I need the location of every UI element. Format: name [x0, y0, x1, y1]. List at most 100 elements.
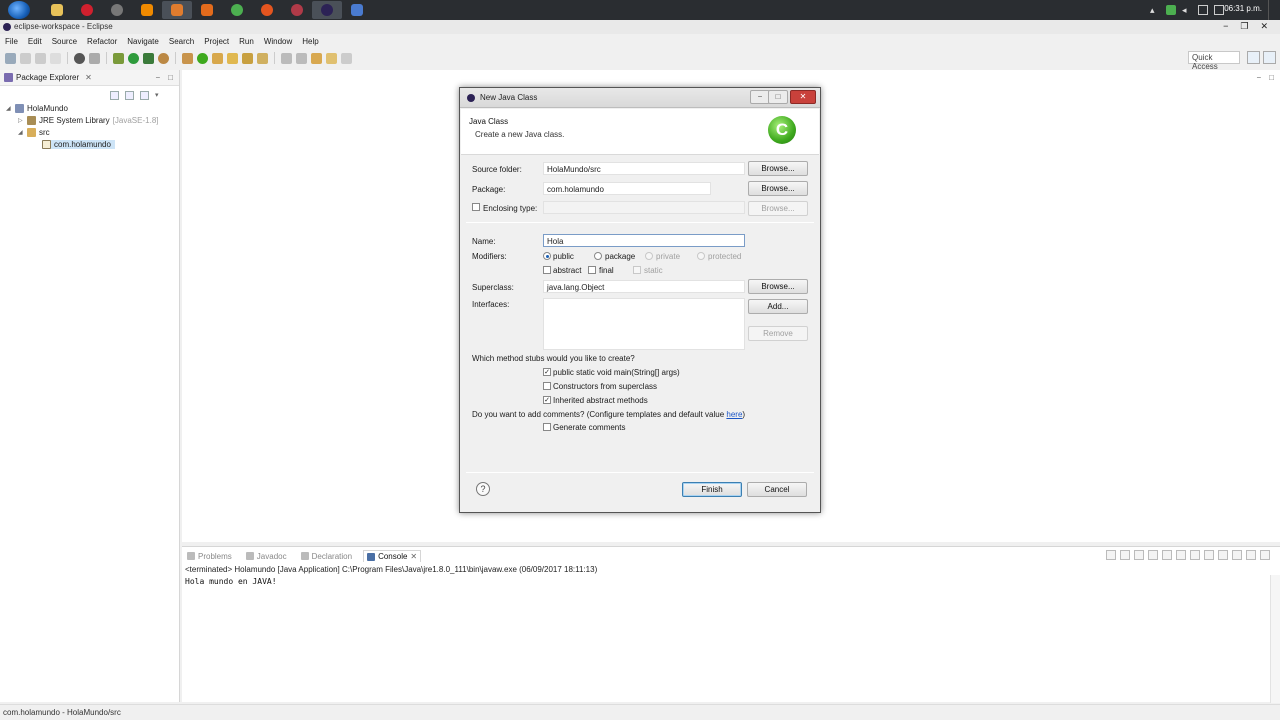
maximize-icon[interactable]	[1260, 550, 1270, 560]
pen-icon[interactable]	[257, 52, 268, 64]
maximize-icon[interactable]: □	[768, 90, 788, 104]
clear-console-icon[interactable]	[1148, 550, 1158, 560]
debug-target-icon[interactable]	[74, 52, 85, 64]
minimize-icon[interactable]: −	[155, 73, 160, 82]
taskbar-explorer-icon[interactable]	[42, 1, 72, 19]
power-icon[interactable]	[1198, 5, 1208, 15]
monitor-icon[interactable]	[1214, 5, 1224, 15]
skip-breakpoints-icon[interactable]	[89, 52, 100, 64]
terminate-icon[interactable]	[1106, 550, 1116, 560]
expanded-triangle-icon[interactable]: ◢	[6, 105, 12, 112]
console-scrollbar[interactable]	[1270, 575, 1280, 703]
tab-console[interactable]: Console ✕	[363, 550, 422, 562]
focus-icon[interactable]	[140, 91, 149, 100]
new-java-class-icon[interactable]	[197, 52, 208, 64]
menu-help[interactable]: Help	[302, 37, 318, 46]
close-icon[interactable]: ✕	[790, 90, 816, 104]
taskbar-app3-icon[interactable]	[282, 1, 312, 19]
browse-source-folder-button[interactable]: Browse...	[748, 161, 808, 176]
class-name-input[interactable]: Hola	[543, 234, 745, 247]
java-perspective-icon[interactable]	[1263, 51, 1276, 64]
modifier-abstract-checkbox[interactable]	[543, 266, 551, 274]
tree-item-project[interactable]: ◢ HolaMundo	[6, 104, 68, 113]
menu-search[interactable]: Search	[169, 37, 194, 46]
show-desktop-button[interactable]	[1268, 0, 1280, 20]
remove-launch-icon[interactable]	[1120, 550, 1130, 560]
modifier-public-radio[interactable]	[543, 252, 551, 260]
cancel-button[interactable]: Cancel	[747, 482, 807, 497]
network-icon[interactable]	[1166, 5, 1176, 15]
stub-main-checkbox[interactable]: ✓	[543, 368, 551, 376]
print-icon[interactable]	[50, 52, 61, 64]
forward-icon[interactable]	[341, 52, 352, 64]
source-folder-field[interactable]: HolaMundo/src	[543, 162, 745, 175]
minimize-icon[interactable]: −	[1256, 73, 1261, 82]
new-java-package-icon[interactable]	[182, 52, 193, 64]
menu-source[interactable]: Source	[52, 37, 77, 46]
start-button[interactable]	[8, 1, 30, 19]
interfaces-list[interactable]	[543, 298, 745, 350]
taskbar-clock[interactable]: 06:31 p.m.	[1224, 4, 1262, 13]
search-icon[interactable]	[242, 52, 253, 64]
taskbar-vlc-icon[interactable]	[132, 1, 162, 19]
menu-refactor[interactable]: Refactor	[87, 37, 117, 46]
menu-project[interactable]: Project	[204, 37, 229, 46]
external-tools-icon[interactable]	[158, 52, 169, 64]
open-type-icon[interactable]	[212, 52, 223, 64]
debug-icon[interactable]	[113, 52, 124, 64]
modifier-private-radio[interactable]	[645, 252, 653, 260]
taskbar-app4-icon[interactable]	[342, 1, 372, 19]
minimize-icon[interactable]: −	[750, 90, 770, 104]
minimize-icon[interactable]	[1246, 550, 1256, 560]
generate-comments-checkbox[interactable]	[543, 423, 551, 431]
save-all-icon[interactable]	[35, 52, 46, 64]
tab-declaration[interactable]: Declaration	[298, 551, 355, 562]
taskbar-opera-icon[interactable]	[72, 1, 102, 19]
minimize-icon[interactable]: −	[1223, 21, 1228, 32]
last-edit-icon[interactable]	[311, 52, 322, 64]
show-on-output-icon[interactable]	[1190, 550, 1200, 560]
taskbar-eclipse-icon[interactable]	[312, 1, 342, 19]
stub-constructors-checkbox[interactable]	[543, 382, 551, 390]
tree-item-jre[interactable]: ▷ JRE System Library [JavaSE-1.8]	[18, 116, 159, 125]
chevron-up-icon[interactable]: ▴	[1150, 5, 1160, 15]
help-icon[interactable]: ?	[476, 482, 490, 496]
expanded-triangle-icon[interactable]: ◢	[18, 129, 24, 136]
maximize-icon[interactable]: □	[168, 73, 173, 82]
enclosing-type-field[interactable]	[543, 201, 745, 214]
maximize-icon[interactable]: □	[1269, 73, 1274, 82]
taskbar-app-icon[interactable]	[162, 1, 192, 19]
word-wrap-icon[interactable]	[1176, 550, 1186, 560]
remove-interface-button[interactable]: Remove	[748, 326, 808, 341]
previous-annotation-icon[interactable]	[296, 52, 307, 64]
menu-file[interactable]: File	[5, 37, 18, 46]
save-icon[interactable]	[20, 52, 31, 64]
menu-edit[interactable]: Edit	[28, 37, 42, 46]
superclass-field[interactable]: java.lang.Object	[543, 280, 745, 293]
tab-javadoc[interactable]: Javadoc	[243, 551, 290, 562]
enclosing-type-checkbox[interactable]	[472, 203, 480, 211]
next-annotation-icon[interactable]	[281, 52, 292, 64]
tab-problems[interactable]: Problems	[184, 551, 235, 562]
collapsed-triangle-icon[interactable]: ▷	[18, 117, 24, 124]
quick-access-input[interactable]: Quick Access	[1188, 51, 1240, 71]
add-interface-button[interactable]: Add...	[748, 299, 808, 314]
run-icon[interactable]	[128, 52, 139, 64]
pin-console-icon[interactable]	[1204, 550, 1214, 560]
coverage-icon[interactable]	[143, 52, 154, 64]
open-perspective-icon[interactable]	[1247, 51, 1260, 64]
tree-item-src[interactable]: ◢ src	[18, 128, 50, 137]
package-explorer-tab[interactable]: Package Explorer ✕	[4, 73, 92, 82]
taskbar-chrome-icon[interactable]	[222, 1, 252, 19]
modifier-package-radio[interactable]	[594, 252, 602, 260]
menu-window[interactable]: Window	[264, 37, 292, 46]
taskbar-app2-icon[interactable]	[192, 1, 222, 19]
link-with-editor-icon[interactable]	[125, 91, 134, 100]
open-console-icon[interactable]	[1232, 550, 1242, 560]
modifier-final-checkbox[interactable]	[588, 266, 596, 274]
browse-package-button[interactable]: Browse...	[748, 181, 808, 196]
tree-item-package[interactable]: com.holamundo	[42, 140, 115, 149]
menu-navigate[interactable]: Navigate	[127, 37, 159, 46]
volume-icon[interactable]: ◂	[1182, 5, 1192, 15]
package-field[interactable]: com.holamundo	[543, 182, 711, 195]
